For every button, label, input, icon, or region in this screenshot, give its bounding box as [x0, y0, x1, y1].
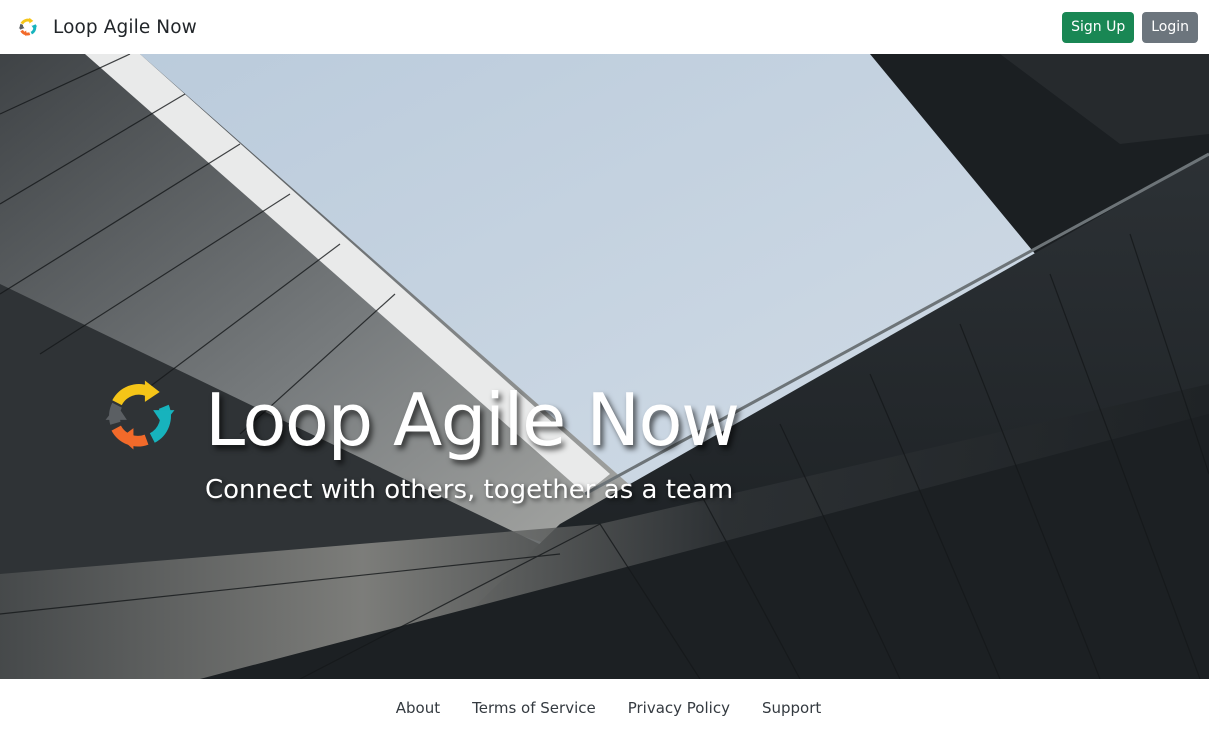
footer-link-item: Privacy Policy — [628, 698, 730, 717]
footer-link-item: Terms of Service — [472, 698, 596, 717]
top-navbar: Loop Agile Now Sign Up Login — [0, 0, 1209, 54]
brand-link[interactable]: Loop Agile Now — [17, 16, 197, 38]
footer-link-item: About — [396, 698, 440, 717]
footer-link-support[interactable]: Support — [762, 699, 821, 717]
login-button[interactable]: Login — [1142, 11, 1198, 43]
sign-up-button[interactable]: Sign Up — [1062, 11, 1135, 43]
brand-name: Loop Agile Now — [53, 16, 197, 38]
page-footer: About Terms of Service Privacy Policy Su… — [0, 679, 1209, 735]
hero-background-image — [0, 54, 1209, 679]
loop-cycle-icon — [18, 17, 38, 37]
footer-link-terms[interactable]: Terms of Service — [472, 699, 596, 717]
nav-actions: Sign Up Login — [1062, 11, 1198, 43]
hero-subtitle: Connect with others, together as a team — [205, 475, 734, 505]
loop-cycle-icon — [105, 380, 175, 450]
footer-link-item: Support — [762, 698, 821, 717]
footer-link-about[interactable]: About — [396, 699, 440, 717]
hero-title: Loop Agile Now — [205, 378, 740, 462]
footer-links: About Terms of Service Privacy Policy Su… — [388, 698, 822, 717]
footer-link-privacy[interactable]: Privacy Policy — [628, 699, 730, 717]
hero-section: Loop Agile Now Connect with others, toge… — [0, 54, 1209, 679]
